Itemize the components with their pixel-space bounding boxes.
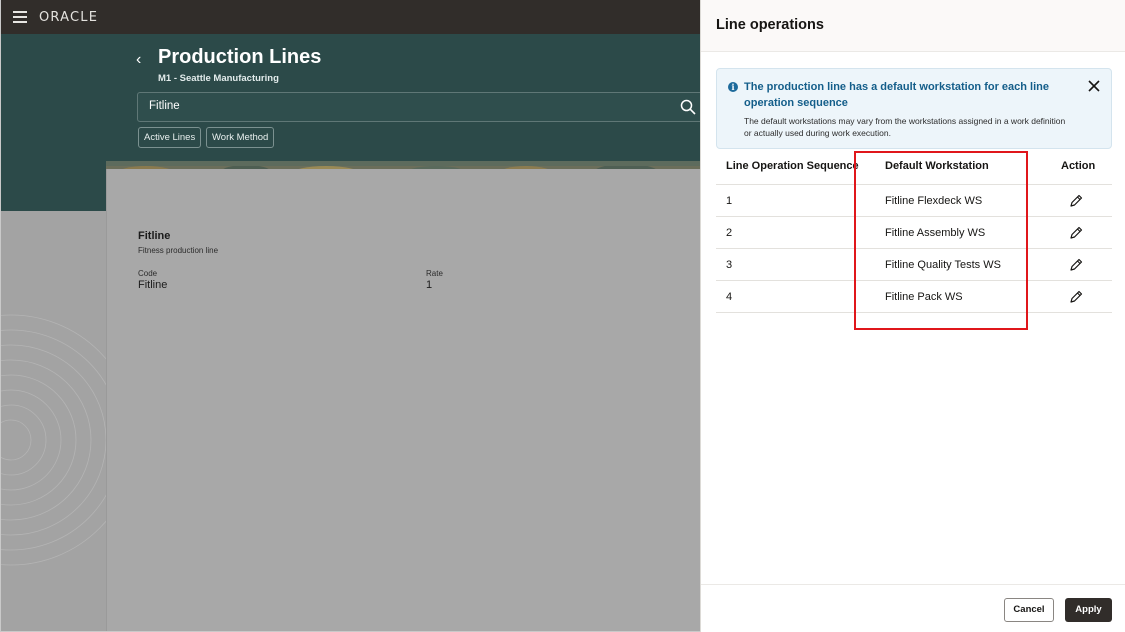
page-title: Production Lines <box>158 46 322 68</box>
code-label: Code <box>138 269 158 278</box>
rate-label: Rate <box>426 269 443 278</box>
filter-chip-work-method[interactable]: Work Method <box>206 127 275 148</box>
sequence-cell: 1 <box>726 195 733 207</box>
drawer-footer: Cancel Apply <box>701 584 1125 632</box>
decorative-banner <box>106 161 700 169</box>
card-title: Fitline <box>138 230 171 242</box>
close-icon[interactable] <box>1087 79 1101 93</box>
sequence-cell: 2 <box>726 227 733 239</box>
highlight-box <box>854 151 1028 330</box>
background-page: ORACLE ‹ Production Lines M1 - Seattle M… <box>0 0 700 632</box>
page-subtitle: M1 - Seattle Manufacturing <box>158 73 279 84</box>
production-line-card: Fitline Fitness production line Code Fit… <box>106 169 700 631</box>
info-body: The default workstations may vary from t… <box>744 116 1066 138</box>
apply-button[interactable]: Apply <box>1065 598 1112 622</box>
edit-pencil-icon[interactable] <box>1068 257 1084 273</box>
sequence-cell: 3 <box>726 259 733 271</box>
rate-value: 1 <box>426 279 433 291</box>
info-icon: i <box>728 82 738 92</box>
card-description: Fitness production line <box>138 246 219 255</box>
edit-pencil-icon[interactable] <box>1068 193 1084 209</box>
search-icon[interactable] <box>680 99 696 115</box>
code-value: Fitline <box>138 279 168 291</box>
search-input[interactable]: Fitline <box>137 92 700 122</box>
info-message: i The production line has a default work… <box>716 68 1112 149</box>
sequence-cell: 4 <box>726 291 733 303</box>
drawer-title: Line operations <box>716 17 824 33</box>
back-chevron-icon[interactable]: ‹ <box>136 51 141 69</box>
menu-icon[interactable] <box>13 11 27 23</box>
edit-pencil-icon[interactable] <box>1068 289 1084 305</box>
search-value: Fitline <box>149 100 180 112</box>
edit-pencil-icon[interactable] <box>1068 225 1084 241</box>
drawer-header: Line operations <box>701 0 1125 52</box>
column-header-action: Action <box>1061 160 1096 172</box>
cancel-button[interactable]: Cancel <box>1004 598 1054 622</box>
decorative-swirl <box>1 314 111 566</box>
column-header-sequence[interactable]: Line Operation Sequence <box>726 160 859 172</box>
filter-chip-active-lines[interactable]: Active Lines <box>138 127 202 148</box>
oracle-logo[interactable]: ORACLE <box>39 10 98 25</box>
global-header: ORACLE <box>1 0 700 34</box>
info-title: The production line has a default workst… <box>744 81 1049 109</box>
